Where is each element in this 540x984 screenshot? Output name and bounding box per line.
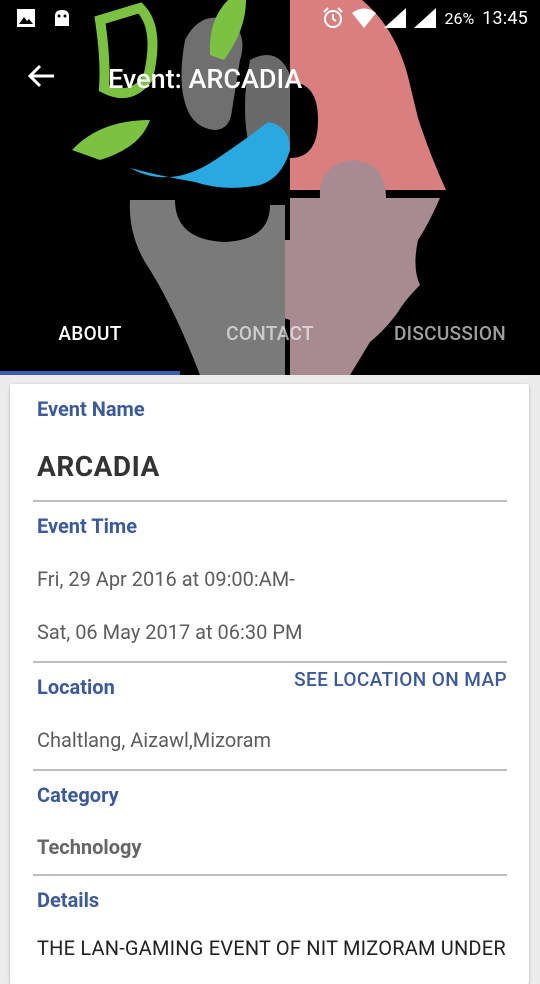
wifi-icon	[352, 8, 377, 28]
event-time-label: Event Time	[37, 514, 138, 538]
signal-icon	[384, 8, 407, 28]
event-header: 26% 13:45 Event: ARCADIA ABOUT CONTACT D…	[0, 0, 540, 375]
arrow-back-icon	[27, 64, 54, 88]
signal-icon	[414, 8, 437, 28]
event-name: ARCADIA	[37, 450, 160, 483]
category-label: Category	[37, 783, 119, 807]
divider	[33, 874, 507, 876]
location-value: Chaltlang, Aizawl,Mizoram	[37, 728, 272, 752]
tab-indicator	[0, 371, 180, 375]
event-end-time: Sat, 06 May 2017 at 06:30 PM	[37, 620, 303, 644]
see-location-on-map-link[interactable]: SEE LOCATION ON MAP	[294, 668, 507, 691]
divider	[33, 769, 507, 771]
tab-bar: ABOUT CONTACT DISCUSSION	[0, 312, 540, 375]
details-label: Details	[37, 888, 100, 912]
page-title: Event: ARCADIA	[108, 63, 303, 95]
divider	[33, 500, 507, 502]
event-name-label: Event Name	[37, 397, 145, 421]
status-bar: 26% 13:45	[0, 0, 540, 36]
alarm-icon	[323, 7, 344, 28]
divider	[33, 661, 507, 663]
app-bar: Event: ARCADIA	[0, 44, 540, 114]
category-value: Technology	[37, 835, 142, 859]
tab-contact[interactable]: CONTACT	[180, 312, 360, 375]
android-icon	[55, 10, 69, 26]
event-start-time: Fri, 29 Apr 2016 at 09:00:AM-	[37, 567, 295, 591]
image-icon	[17, 9, 35, 27]
back-button[interactable]	[26, 60, 58, 92]
clock: 13:45	[482, 7, 528, 29]
event-details-card: Event Name ARCADIA Event Time Fri, 29 Ap…	[10, 384, 529, 984]
battery-percent: 26%	[444, 8, 475, 28]
tab-about[interactable]: ABOUT	[0, 312, 180, 375]
location-label: Location	[37, 675, 115, 699]
details-text: THE LAN-GAMING EVENT OF NIT MIZORAM UNDE…	[37, 936, 506, 960]
tab-discussion[interactable]: DISCUSSION	[360, 312, 540, 375]
